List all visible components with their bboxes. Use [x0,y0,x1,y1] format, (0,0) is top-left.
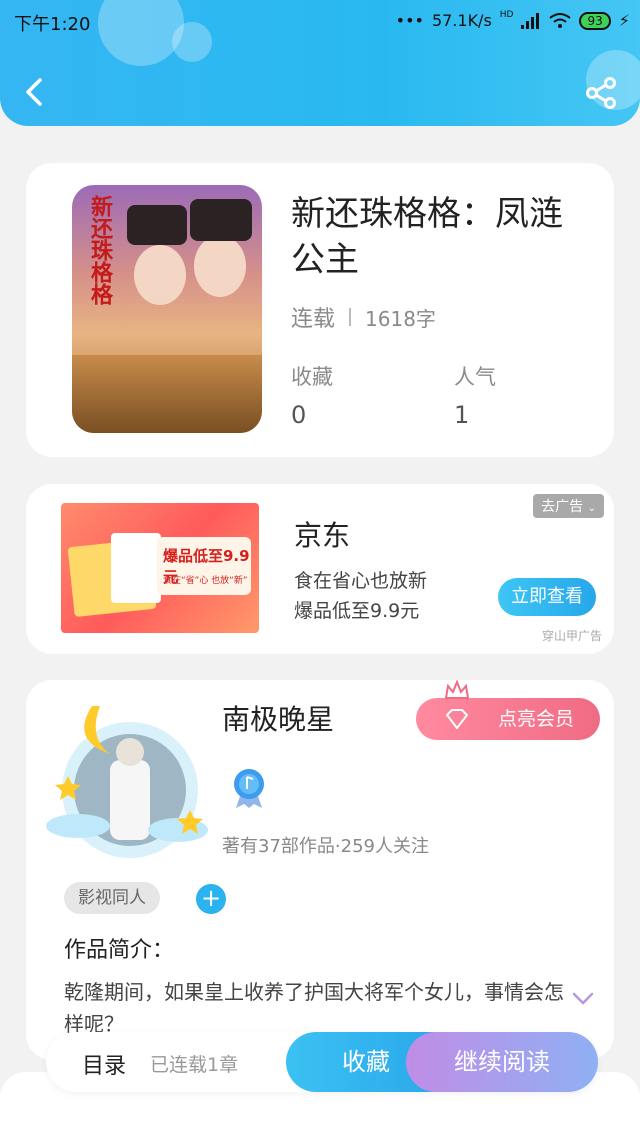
crown-icon [444,680,470,699]
ad-product-box [111,533,161,603]
share-icon[interactable] [584,76,618,110]
toc-status: 已连载1章 [150,1054,239,1076]
cover-scene [72,355,262,433]
remove-ad-button[interactable]: 去广告 ⌄ [533,494,604,518]
intro-text: 乾隆期间，如果皇上收养了护国大将军个女儿，事情会怎样呢？ [64,980,564,1036]
cover-title-art: 新还珠格格 [87,195,113,305]
book-title: 新还珠格格：凤涟公主 [291,194,563,280]
add-tag-button[interactable]: + [196,884,226,914]
action-bar: 目录 已连载1章 收藏 继续阅读 [46,1032,598,1092]
ad-desc-line1: 食在省心也放新 [294,570,428,592]
toc-button[interactable]: 目录 [82,1048,126,1080]
wifi-icon [549,12,572,28]
ad-desc-line2: 爆品低至9.9元 [294,600,420,622]
cover-headdress [190,199,252,241]
more-dots-icon: ••• [395,11,424,30]
app-header: 下午1:20 ••• 57.1K/s HD 93 ⚡ [0,0,640,126]
author-avatar[interactable] [40,690,210,860]
cover-figure [134,245,186,305]
signal-bars-icon [521,12,540,29]
ad-card[interactable]: 爆品低至9.9元 食在“省”心 也放“新” 京东 食在省心也放新 爆品低至9.9… [26,484,614,654]
popularity-label: 人气 [454,365,496,389]
ad-banner-sub: 食在“省”心 也放“新” [163,576,248,586]
network-speed: 57.1K/s [431,11,492,30]
popularity-value: 1 [454,401,470,429]
charging-icon: ⚡ [618,11,630,30]
favorites-label: 收藏 [291,365,333,389]
back-icon[interactable] [16,74,52,110]
genre-tag[interactable]: 影视同人 [64,882,160,914]
status-bar: 下午1:20 ••• 57.1K/s HD 93 ⚡ [0,0,640,42]
medal-icon [234,769,264,808]
chevron-down-icon[interactable] [572,992,594,1006]
remove-ad-label: 去广告 [541,499,584,515]
continue-reading-button[interactable]: 继续阅读 [406,1032,598,1092]
book-cover[interactable]: 新还珠格格 [72,185,262,433]
status-time: 下午1:20 [14,14,91,35]
author-name: 南极晚星 [222,703,335,736]
ad-image[interactable]: 爆品低至9.9元 食在“省”心 也放“新” [61,503,259,633]
battery-indicator: 93 [579,11,611,30]
ad-advertiser: 京东 [294,519,351,552]
diamond-icon [446,709,468,729]
ad-banner: 爆品低至9.9元 食在“省”心 也放“新” [157,537,251,595]
vip-label: 点亮会员 [497,708,574,730]
book-meta: 连载 1618字 [291,301,436,333]
cover-figure [194,235,246,297]
book-info-card: 新还珠格格 新还珠格格：凤涟公主 连载 1618字 收藏 0 人气 1 [26,163,614,457]
chevron-down-icon: ⌄ [587,503,596,514]
word-count: 1618字 [365,306,436,331]
author-stats: 著有37部作品·259人关注 [222,836,429,857]
book-status: 连载 [291,307,336,332]
favorites-value: 0 [291,401,307,429]
author-card: 南极晚星 点亮会员 著有37部作品·259人关注 影视同人 + 作品简介： 乾隆… [26,680,614,1060]
vip-button[interactable]: 点亮会员 [416,698,600,740]
ad-description: 食在省心也放新 爆品低至9.9元 [294,566,427,626]
meta-divider [349,308,352,326]
ad-source: 穿山甲广告 [541,629,602,643]
intro-label: 作品简介： [64,938,175,963]
ad-cta-button[interactable]: 立即查看 [498,578,596,616]
signal-icon: HD [499,9,514,20]
cover-headdress [127,205,187,245]
